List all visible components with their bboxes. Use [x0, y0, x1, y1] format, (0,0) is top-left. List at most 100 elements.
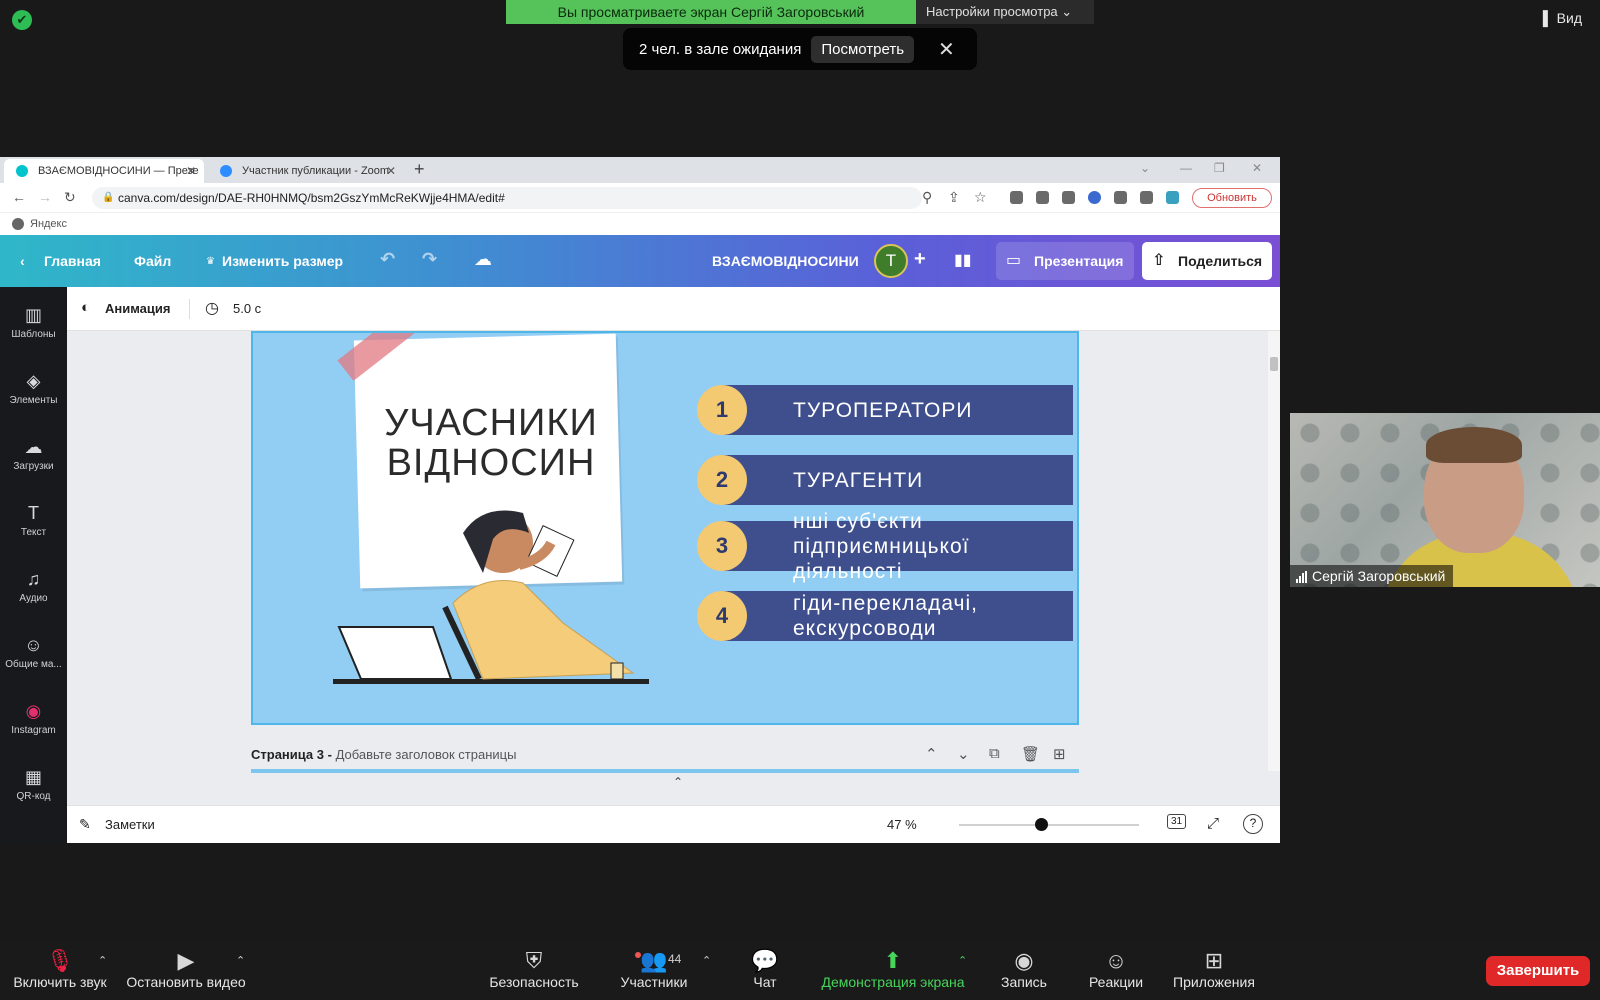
sidebar-item-uploads[interactable]: ☁ Загрузки	[0, 437, 67, 472]
security-shield-icon[interactable]: ✔	[12, 10, 32, 30]
participants-button[interactable]: 👥 Участники	[612, 948, 696, 990]
close-tab-icon[interactable]: ✕	[186, 159, 196, 183]
puzzle-icon[interactable]	[1114, 191, 1127, 204]
bookmark-yandex[interactable]: Яндекс	[30, 218, 67, 230]
add-page-icon[interactable]: ⊞	[1053, 745, 1066, 763]
present-button[interactable]: ▭ Презентация	[996, 242, 1134, 280]
audio-options-chevron-icon[interactable]: ⌃	[98, 954, 107, 967]
slide-title[interactable]: УЧАСНИКИ ВІДНОСИН	[371, 403, 611, 483]
tab-canva[interactable]: ВЗАЄМОВІДНОСИНИ — Презе ✕	[4, 159, 204, 183]
update-browser-button[interactable]: Обновить	[1192, 188, 1272, 208]
resize-button[interactable]: Изменить размер	[222, 253, 343, 269]
tab-search-icon[interactable]: ⌄	[1140, 161, 1150, 175]
forward-icon[interactable]: →	[38, 189, 52, 205]
share-button[interactable]: ⇧ Поделиться	[1142, 242, 1272, 280]
waiting-room-popup: 2 чел. в зале ожидания Посмотреть ✕	[623, 28, 977, 70]
end-meeting-button[interactable]: Завершить	[1486, 956, 1590, 986]
list-item-bar[interactable]: ТУРАГЕНТИ	[723, 455, 1073, 505]
view-settings-dropdown[interactable]: Настройки просмотра ⌄	[916, 0, 1094, 24]
view-waiting-button[interactable]: Посмотреть	[811, 35, 915, 63]
notes-button[interactable]: Заметки	[105, 817, 155, 832]
participant-video-tile[interactable]: Сергій Загоровський	[1290, 413, 1600, 587]
scrollbar-thumb[interactable]	[1270, 357, 1278, 371]
zoom-page-icon[interactable]: ⚲	[922, 189, 932, 206]
add-member-icon[interactable]: +	[914, 248, 926, 271]
maximize-icon[interactable]: ❐	[1214, 161, 1225, 175]
canva-favicon-icon	[16, 165, 28, 177]
animation-button[interactable]: Анимация	[105, 301, 170, 316]
view-button[interactable]: ▌ Вид	[1543, 10, 1582, 26]
close-icon[interactable]: ✕	[938, 37, 955, 62]
fullscreen-icon[interactable]: ⤢	[1207, 815, 1219, 832]
sidebar-item-instagram[interactable]: ◉ Instagram	[0, 701, 67, 736]
minimize-icon[interactable]: —	[1180, 161, 1192, 175]
sidebar-item-text[interactable]: T Текст	[0, 503, 67, 538]
avatar[interactable]: T	[874, 244, 908, 278]
undo-icon[interactable]: ↶	[380, 249, 395, 270]
chevron-left-icon[interactable]: ‹	[20, 253, 25, 269]
share-screen-button[interactable]: ⬆ Демонстрация экрана	[816, 948, 970, 990]
new-tab-icon[interactable]: +	[414, 159, 425, 180]
move-down-icon[interactable]: ⌄	[957, 745, 970, 763]
stop-video-button[interactable]: ▶ Остановить видео	[124, 948, 248, 990]
back-icon[interactable]: ←	[12, 189, 26, 205]
zoom-toolbar: 🎙 Включить звук ⌃ ▶ Остановить видео ⌃ ⛨ Бе…	[0, 942, 1600, 1000]
sidepanel-icon[interactable]	[1140, 191, 1153, 204]
list-item-bar[interactable]: нші суб'єкти підприємницької діяльності	[723, 510, 1073, 583]
slide-canvas[interactable]: УЧАСНИКИ ВІДНОСИН ТУРОПЕРАТОРИ 1 ТУРАГЕН…	[251, 331, 1079, 725]
sidebar-item-label: Общие ма...	[5, 659, 62, 670]
share-options-chevron-icon[interactable]: ⌃	[958, 954, 967, 967]
document-title[interactable]: ВЗАЄМОВІДНОСИНИ	[712, 253, 859, 269]
expand-pages-chevron-icon[interactable]: ⌃	[673, 775, 683, 789]
translate-extension-icon[interactable]	[1166, 191, 1179, 204]
url-input[interactable]: 🔒 canva.com/design/DAE-RH0HNMQ/bsm2GszYm…	[92, 187, 922, 209]
extension-icon[interactable]	[1010, 191, 1023, 204]
apps-button[interactable]: ⊞ Приложения	[1166, 948, 1262, 990]
tab-zoom[interactable]: Участник публикации - Zoom ✕	[208, 159, 404, 183]
video-options-chevron-icon[interactable]: ⌃	[236, 954, 245, 967]
security-button[interactable]: ⛨ Безопасность	[484, 948, 584, 990]
zoom-level[interactable]: 47 %	[887, 817, 917, 832]
insights-chart-icon[interactable]: ▮▮	[954, 250, 972, 270]
upload-icon: ☁	[24, 437, 43, 457]
page-title[interactable]: Страница 3 - Добавьте заголовок страницы	[251, 747, 516, 762]
list-item-bar[interactable]: гіди-перекладачі, екскурсоводи	[723, 591, 1073, 641]
record-button[interactable]: ◉ Запись	[994, 948, 1054, 990]
help-icon[interactable]: ?	[1243, 814, 1263, 834]
sidebar-item-label: Текст	[20, 527, 47, 538]
sidebar-item-qr[interactable]: ▦ QR-код	[0, 767, 67, 802]
file-menu[interactable]: Файл	[134, 253, 171, 269]
extension-icon[interactable]	[1036, 191, 1049, 204]
cloud-saved-icon[interactable]: ☁	[474, 249, 492, 270]
duplicate-page-icon[interactable]: ⧉	[989, 745, 1000, 762]
redo-icon[interactable]: ↷	[422, 249, 437, 270]
sidebar-item-templates[interactable]: ▥ Шаблоны	[0, 305, 67, 340]
reload-icon[interactable]: ↻	[64, 189, 76, 206]
close-window-icon[interactable]: ✕	[1252, 161, 1262, 175]
list-item-text: гіди-перекладачі, екскурсоводи	[793, 591, 978, 641]
unmute-button[interactable]: 🎙 Включить звук	[10, 948, 110, 990]
close-tab-icon[interactable]: ✕	[386, 159, 396, 183]
move-up-icon[interactable]: ⌃	[925, 745, 938, 763]
sidebar-item-elements[interactable]: ◈ Элементы	[0, 371, 67, 406]
animation-icon: ◐	[81, 299, 91, 316]
zoom-slider-track[interactable]	[959, 824, 1139, 826]
reactions-button[interactable]: ☺ Реакции	[1084, 948, 1148, 990]
delete-page-icon[interactable]: 🗑	[1021, 745, 1040, 763]
vertical-scrollbar[interactable]	[1268, 331, 1280, 771]
extension-icon[interactable]	[1062, 191, 1075, 204]
shield-icon: ⛨	[525, 948, 543, 973]
zoom-slider-knob[interactable]	[1035, 818, 1048, 831]
bookmark-star-icon[interactable]: ☆	[974, 189, 987, 206]
page-count-button[interactable]: 31	[1167, 814, 1187, 829]
sidebar-item-audio[interactable]: ♫ Аудио	[0, 569, 67, 604]
duration-button[interactable]: 5.0 с	[233, 301, 261, 316]
chat-label: Чат	[753, 974, 777, 990]
sidebar-item-shared[interactable]: ☺ Общие ма...	[0, 635, 67, 670]
home-link[interactable]: Главная	[44, 253, 101, 269]
globe-extension-icon[interactable]	[1088, 191, 1101, 204]
participants-options-chevron-icon[interactable]: ⌃	[702, 954, 711, 967]
chat-button[interactable]: 💬 Чат	[740, 948, 790, 990]
share-page-icon[interactable]: ⇪	[948, 189, 960, 206]
list-item-bar[interactable]: ТУРОПЕРАТОРИ	[723, 385, 1073, 435]
